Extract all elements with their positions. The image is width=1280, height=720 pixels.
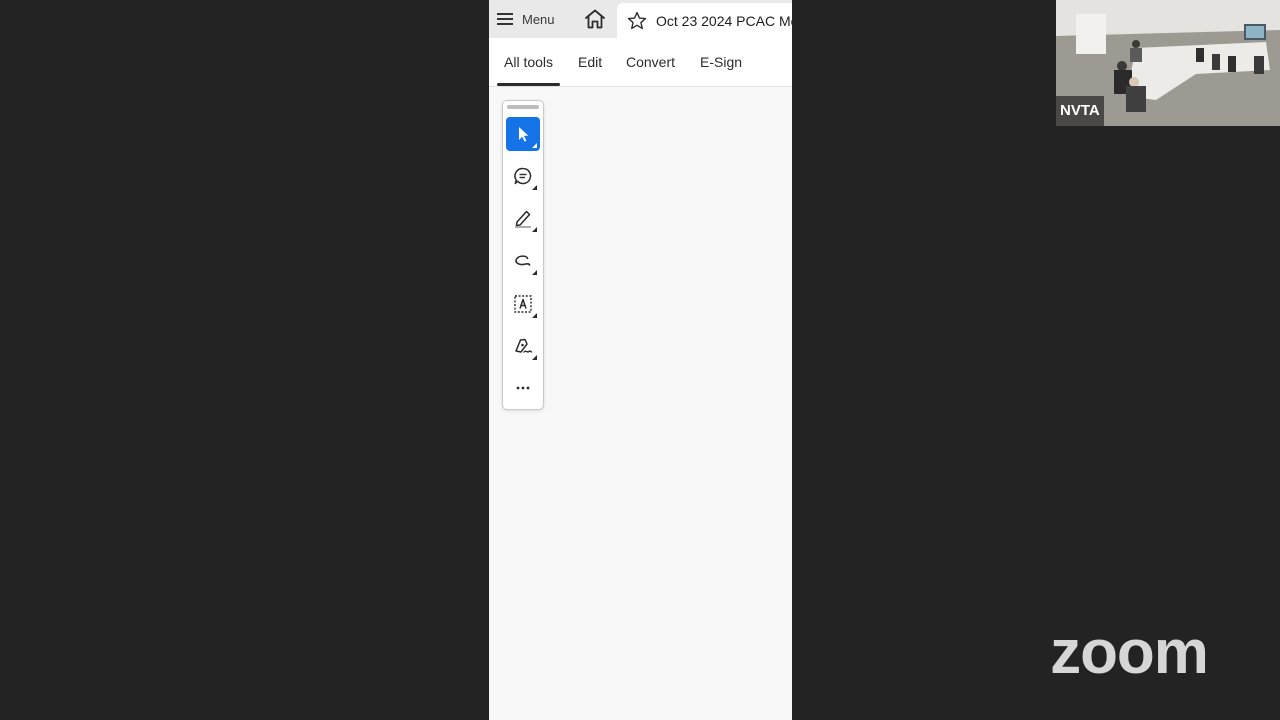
home-icon bbox=[585, 9, 605, 29]
tab-edit[interactable]: Edit bbox=[578, 38, 602, 86]
hamburger-icon bbox=[497, 13, 513, 25]
text-tool-button[interactable] bbox=[506, 287, 540, 321]
star-icon[interactable] bbox=[626, 10, 648, 32]
menu-button[interactable]: Menu bbox=[497, 4, 555, 34]
select-tool-button[interactable] bbox=[506, 117, 540, 151]
app-top-bar: Menu Oct 23 2024 PCAC Mee bbox=[489, 0, 792, 38]
participant-name-label: NVTA bbox=[1056, 96, 1104, 126]
more-tools-button[interactable] bbox=[506, 371, 540, 405]
comment-icon bbox=[514, 167, 532, 185]
more-icon bbox=[516, 386, 530, 390]
highlighter-pen-icon bbox=[515, 210, 531, 228]
menu-label: Menu bbox=[522, 11, 555, 27]
tab-convert[interactable]: Convert bbox=[626, 38, 675, 86]
home-button[interactable] bbox=[583, 7, 607, 31]
tab-e-sign[interactable]: E-Sign bbox=[700, 38, 742, 86]
tool-tabs: All tools Edit Convert E-Sign bbox=[489, 38, 792, 87]
zoom-logo: zoom bbox=[1050, 618, 1209, 687]
document-tab[interactable]: Oct 23 2024 PCAC Mee bbox=[617, 3, 792, 38]
participant-video-thumbnail[interactable]: NVTA bbox=[1056, 0, 1280, 126]
sign-tool-button[interactable] bbox=[506, 329, 540, 363]
document-title: Oct 23 2024 PCAC Mee bbox=[656, 12, 792, 29]
cursor-arrow-icon bbox=[519, 127, 529, 142]
shared-screen: Menu Oct 23 2024 PCAC Mee All tools Edit… bbox=[489, 0, 792, 720]
draw-tool-button[interactable] bbox=[506, 244, 540, 278]
comment-tool-button[interactable] bbox=[506, 159, 540, 193]
signature-pen-icon bbox=[515, 338, 533, 353]
quick-tools-panel bbox=[502, 100, 544, 410]
text-box-icon bbox=[514, 295, 532, 313]
freehand-draw-icon bbox=[515, 255, 531, 266]
tab-all-tools[interactable]: All tools bbox=[496, 38, 561, 86]
highlight-tool-button[interactable] bbox=[506, 201, 540, 235]
drag-handle[interactable] bbox=[507, 105, 539, 109]
